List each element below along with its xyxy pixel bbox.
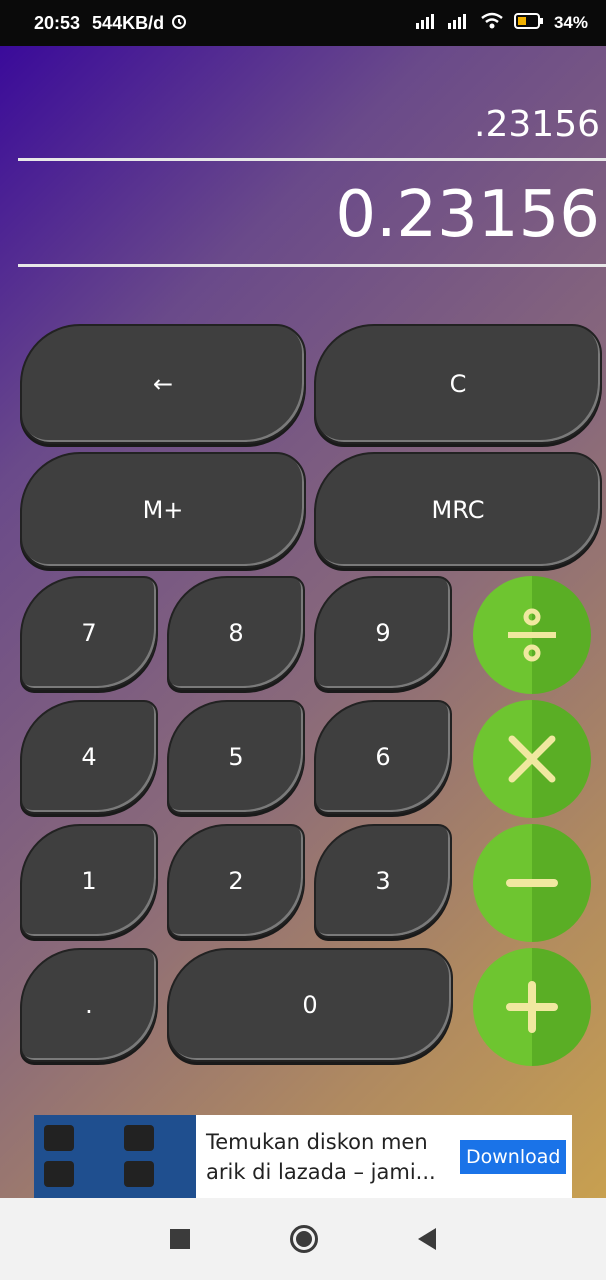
digit-7-button[interactable]: 7 bbox=[20, 576, 158, 690]
home-icon[interactable] bbox=[290, 1225, 318, 1253]
clear-button[interactable]: C bbox=[314, 324, 602, 444]
back-icon[interactable] bbox=[418, 1228, 436, 1250]
digit-4-button[interactable]: 4 bbox=[20, 700, 158, 814]
add-button[interactable] bbox=[473, 948, 591, 1066]
digit-8-button[interactable]: 8 bbox=[167, 576, 305, 690]
ad-text: Temukan diskon men arik di lazada – jami… bbox=[206, 1129, 436, 1184]
ad-product-image bbox=[34, 1115, 196, 1198]
decimal-point-button[interactable]: . bbox=[20, 948, 158, 1062]
calculator-app: .23156 0.23156 ← C M+ MRC 7 8 9 4 5 6 1 … bbox=[0, 46, 606, 1198]
ad-download-button[interactable]: Download bbox=[460, 1139, 567, 1174]
wifi-icon bbox=[480, 12, 504, 35]
divide-button[interactable] bbox=[473, 576, 591, 694]
digit-9-button[interactable]: 9 bbox=[314, 576, 452, 690]
expression-display: .23156 bbox=[474, 104, 600, 145]
multiply-icon bbox=[508, 735, 556, 783]
digit-0-button[interactable]: 0 bbox=[167, 948, 453, 1062]
status-time: 20:53 bbox=[34, 12, 81, 33]
battery-percent: 34% bbox=[553, 13, 588, 32]
memory-recall-button[interactable]: MRC bbox=[314, 452, 602, 568]
divide-icon bbox=[508, 608, 556, 662]
signal-icon bbox=[415, 13, 438, 34]
recents-icon[interactable] bbox=[170, 1229, 190, 1249]
digit-5-button[interactable]: 5 bbox=[167, 700, 305, 814]
battery-icon bbox=[513, 12, 544, 34]
digit-3-button[interactable]: 3 bbox=[314, 824, 452, 938]
status-bar: 20:53 544KB/d 34% bbox=[0, 0, 606, 46]
alarm-icon bbox=[170, 12, 188, 35]
memory-plus-button[interactable]: M+ bbox=[20, 452, 306, 568]
plus-icon bbox=[506, 981, 558, 1033]
signal-icon-2 bbox=[447, 13, 470, 34]
multiply-button[interactable] bbox=[473, 700, 591, 818]
digit-2-button[interactable]: 2 bbox=[167, 824, 305, 938]
expression-divider bbox=[18, 158, 606, 161]
result-divider bbox=[18, 264, 606, 267]
result-display: 0.23156 bbox=[335, 178, 600, 252]
ad-banner[interactable]: Temukan diskon men arik di lazada – jami… bbox=[34, 1115, 572, 1198]
status-net-speed: 544KB/d bbox=[92, 12, 165, 33]
backspace-button[interactable]: ← bbox=[20, 324, 306, 444]
digit-1-button[interactable]: 1 bbox=[20, 824, 158, 938]
navigation-bar bbox=[0, 1198, 606, 1280]
subtract-button[interactable] bbox=[473, 824, 591, 942]
minus-icon bbox=[506, 879, 558, 887]
digit-6-button[interactable]: 6 bbox=[314, 700, 452, 814]
